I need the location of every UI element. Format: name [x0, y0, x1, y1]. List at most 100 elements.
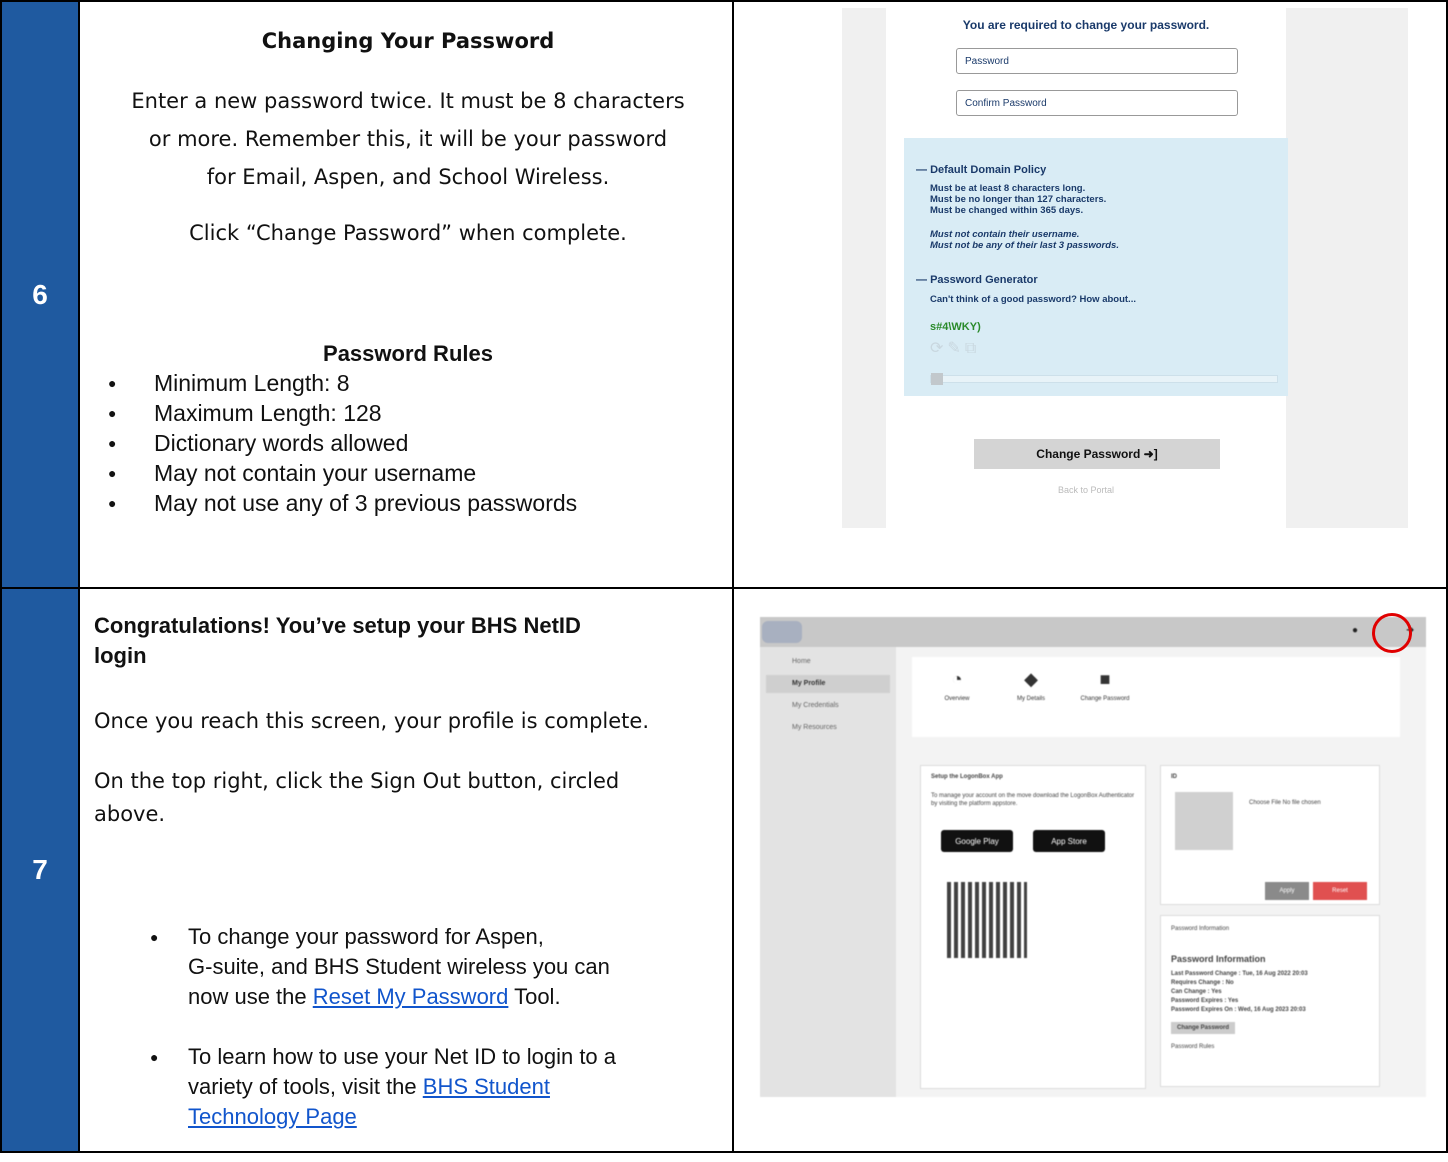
- technology-page-link[interactable]: Technology Page: [188, 1104, 357, 1129]
- main-area: ◔ Overview ◆ My Details ■ Change Password S…: [912, 657, 1400, 1089]
- refresh-icon[interactable]: ⟳: [930, 340, 947, 357]
- step-6-title: Changing Your Password: [261, 29, 555, 53]
- text-line: for Email, Aspen, and School Wireless.: [206, 165, 610, 189]
- policy-line: Must be at least 8 characters long.: [930, 183, 1086, 194]
- policy-line: Must not contain their username.: [930, 229, 1080, 240]
- rule-item: Minimum Length: 8: [96, 368, 577, 398]
- step-7-paragraph: Once you reach this screen, your profile…: [94, 709, 650, 733]
- password-input[interactable]: Password: [956, 48, 1238, 74]
- tag-icon: ◆: [1024, 669, 1038, 689]
- top-bar: ● ➜: [760, 617, 1426, 647]
- tab-label: Overview: [944, 696, 970, 702]
- app-store-badge[interactable]: App Store: [1033, 830, 1105, 852]
- pw-value: No: [1225, 980, 1234, 986]
- pie-icon: ◔: [951, 669, 963, 689]
- pw-value: Wed, 16 Aug 2023 20:03: [1238, 1007, 1306, 1013]
- sidebar: Home My Profile My Credentials My Resour…: [760, 647, 896, 1097]
- bell-icon[interactable]: ●: [1352, 625, 1358, 636]
- card-text: To manage your account on the move downl…: [931, 793, 1135, 807]
- step-number-7: 7: [2, 589, 80, 1151]
- step-7-title: Congratulations! You’ve setup your BHS N…: [94, 611, 714, 671]
- step-7-row: 7 Congratulations! You’ve setup your BHS…: [2, 589, 1446, 1151]
- pw-row: Password Expires : Yes: [1171, 997, 1371, 1006]
- pw-value: Yes: [1211, 989, 1222, 995]
- sidebar-item-my-profile[interactable]: My Profile: [766, 675, 890, 693]
- password-rules-title: Password Rules: [323, 341, 493, 366]
- card-title: ID: [1171, 774, 1177, 780]
- wand-icon[interactable]: ✎: [947, 340, 964, 357]
- sidebar-item-resources[interactable]: My Resources: [766, 719, 890, 737]
- step-7-bullets: To change your password for Aspen, G-sui…: [82, 922, 734, 1162]
- text-span: variety of tools, visit the: [188, 1074, 423, 1099]
- card-header: Password Information: [1171, 926, 1230, 932]
- step-7-signout-note: On the top right, click the Sign Out but…: [94, 765, 714, 831]
- tab-label: My Details: [1016, 696, 1045, 702]
- generator-heading[interactable]: — Password Generator: [916, 274, 1038, 286]
- qr-code: [947, 882, 1027, 958]
- rule-item: Dictionary words allowed: [96, 428, 577, 458]
- bullet-reset-password: To change your password for Aspen, G-sui…: [82, 922, 734, 1012]
- apply-button[interactable]: Apply: [1265, 882, 1309, 900]
- text-line: Enter a new password twice. It must be 8…: [131, 89, 685, 113]
- pw-key: Requires Change :: [1171, 980, 1225, 986]
- pw-row: Can Change : Yes: [1171, 988, 1371, 997]
- pw-key: Password Expires On :: [1171, 1007, 1237, 1013]
- step-6-click-note: Click “Change Password” when complete.: [189, 221, 627, 245]
- back-to-portal-link[interactable]: Back to Portal: [886, 485, 1286, 495]
- reset-my-password-link[interactable]: Reset My Password: [313, 984, 509, 1009]
- change-password-screenshot: You are required to change your password…: [842, 8, 1408, 528]
- pw-row: Password Expires On : Wed, 16 Aug 2023 2…: [1171, 1006, 1371, 1015]
- logo: [762, 621, 802, 643]
- pw-key: Last Password Change :: [1171, 971, 1241, 977]
- reset-button[interactable]: Reset: [1313, 882, 1367, 900]
- policy-line: Must not be any of their last 3 password…: [930, 240, 1119, 251]
- tab-overview[interactable]: ◔ Overview: [922, 669, 992, 702]
- password-rules-list: Minimum Length: 8 Maximum Length: 128 Di…: [96, 368, 577, 518]
- title-line: Congratulations! You’ve setup your BHS N…: [94, 613, 581, 638]
- password-info-card: Password Information Password Informatio…: [1160, 915, 1380, 1087]
- avatar: [1175, 792, 1233, 850]
- policy-line: Must be changed within 365 days.: [930, 205, 1084, 216]
- text-line: To learn how to use your Net ID to login…: [188, 1044, 617, 1069]
- step-6-instructions: Changing Your Password Enter a new passw…: [82, 2, 734, 587]
- text-line: variety of tools, visit the BHS Student: [188, 1072, 720, 1102]
- sidebar-item-home[interactable]: Home: [766, 653, 890, 671]
- text-line: above.: [94, 802, 166, 826]
- pw-value: Tue, 16 Aug 2022 20:03: [1242, 971, 1308, 977]
- pw-info-rows: Last Password Change : Tue, 16 Aug 2022 …: [1171, 970, 1371, 1015]
- card-title: Setup the LogonBox App: [931, 774, 1003, 780]
- profile-tabs: ◔ Overview ◆ My Details ■ Change Password: [912, 657, 1400, 737]
- change-password-button[interactable]: Change Password ➜]: [974, 439, 1220, 469]
- pw-key: Password Expires :: [1171, 998, 1227, 1004]
- text-line: G-suite, and BHS Student wireless you ca…: [188, 954, 610, 979]
- required-heading: You are required to change your password…: [962, 18, 1210, 32]
- text-line: or more. Remember this, it will be your …: [148, 127, 668, 151]
- password-rules-toggle[interactable]: Password Rules: [1171, 1044, 1214, 1050]
- domain-policy-heading[interactable]: — Default Domain Policy: [916, 164, 1046, 176]
- change-password-small-button[interactable]: Change Password: [1171, 1022, 1236, 1034]
- logonbox-app-card: Setup the LogonBox App To manage your ac…: [920, 765, 1146, 1089]
- rule-item: May not use any of 3 previous passwords: [96, 488, 577, 518]
- text-line: now use the Reset My Password Tool.: [188, 982, 720, 1012]
- lock-icon: ■: [1099, 669, 1111, 689]
- technology-page-link[interactable]: BHS Student: [423, 1074, 550, 1099]
- length-slider[interactable]: [930, 373, 1278, 385]
- policy-line: Must be no longer than 127 characters.: [930, 194, 1107, 205]
- sidebar-item-credentials[interactable]: My Credentials: [766, 697, 890, 715]
- instruction-table: 6 Changing Your Password Enter a new pas…: [0, 0, 1448, 1153]
- card-title: Password Information: [1171, 954, 1266, 964]
- choose-file-button[interactable]: Choose File No file chosen: [1249, 800, 1321, 806]
- rule-item: Maximum Length: 128: [96, 398, 577, 428]
- google-play-badge[interactable]: Google Play: [941, 830, 1013, 852]
- copy-icon[interactable]: ⧉: [965, 340, 980, 357]
- tab-change-password[interactable]: ■ Change Password: [1070, 669, 1140, 702]
- tab-my-details[interactable]: ◆ My Details: [996, 669, 1066, 702]
- pw-row: Requires Change : No: [1171, 979, 1371, 988]
- pw-key: Can Change :: [1171, 989, 1210, 995]
- id-card: ID Choose File No file chosen Apply Rese…: [1160, 765, 1380, 905]
- step-6-row: 6 Changing Your Password Enter a new pas…: [2, 2, 1446, 589]
- confirm-password-input[interactable]: Confirm Password: [956, 90, 1238, 116]
- text-span: now use the: [188, 984, 313, 1009]
- generator-icons: ⟳✎⧉: [930, 338, 980, 358]
- slider-knob[interactable]: [931, 373, 943, 385]
